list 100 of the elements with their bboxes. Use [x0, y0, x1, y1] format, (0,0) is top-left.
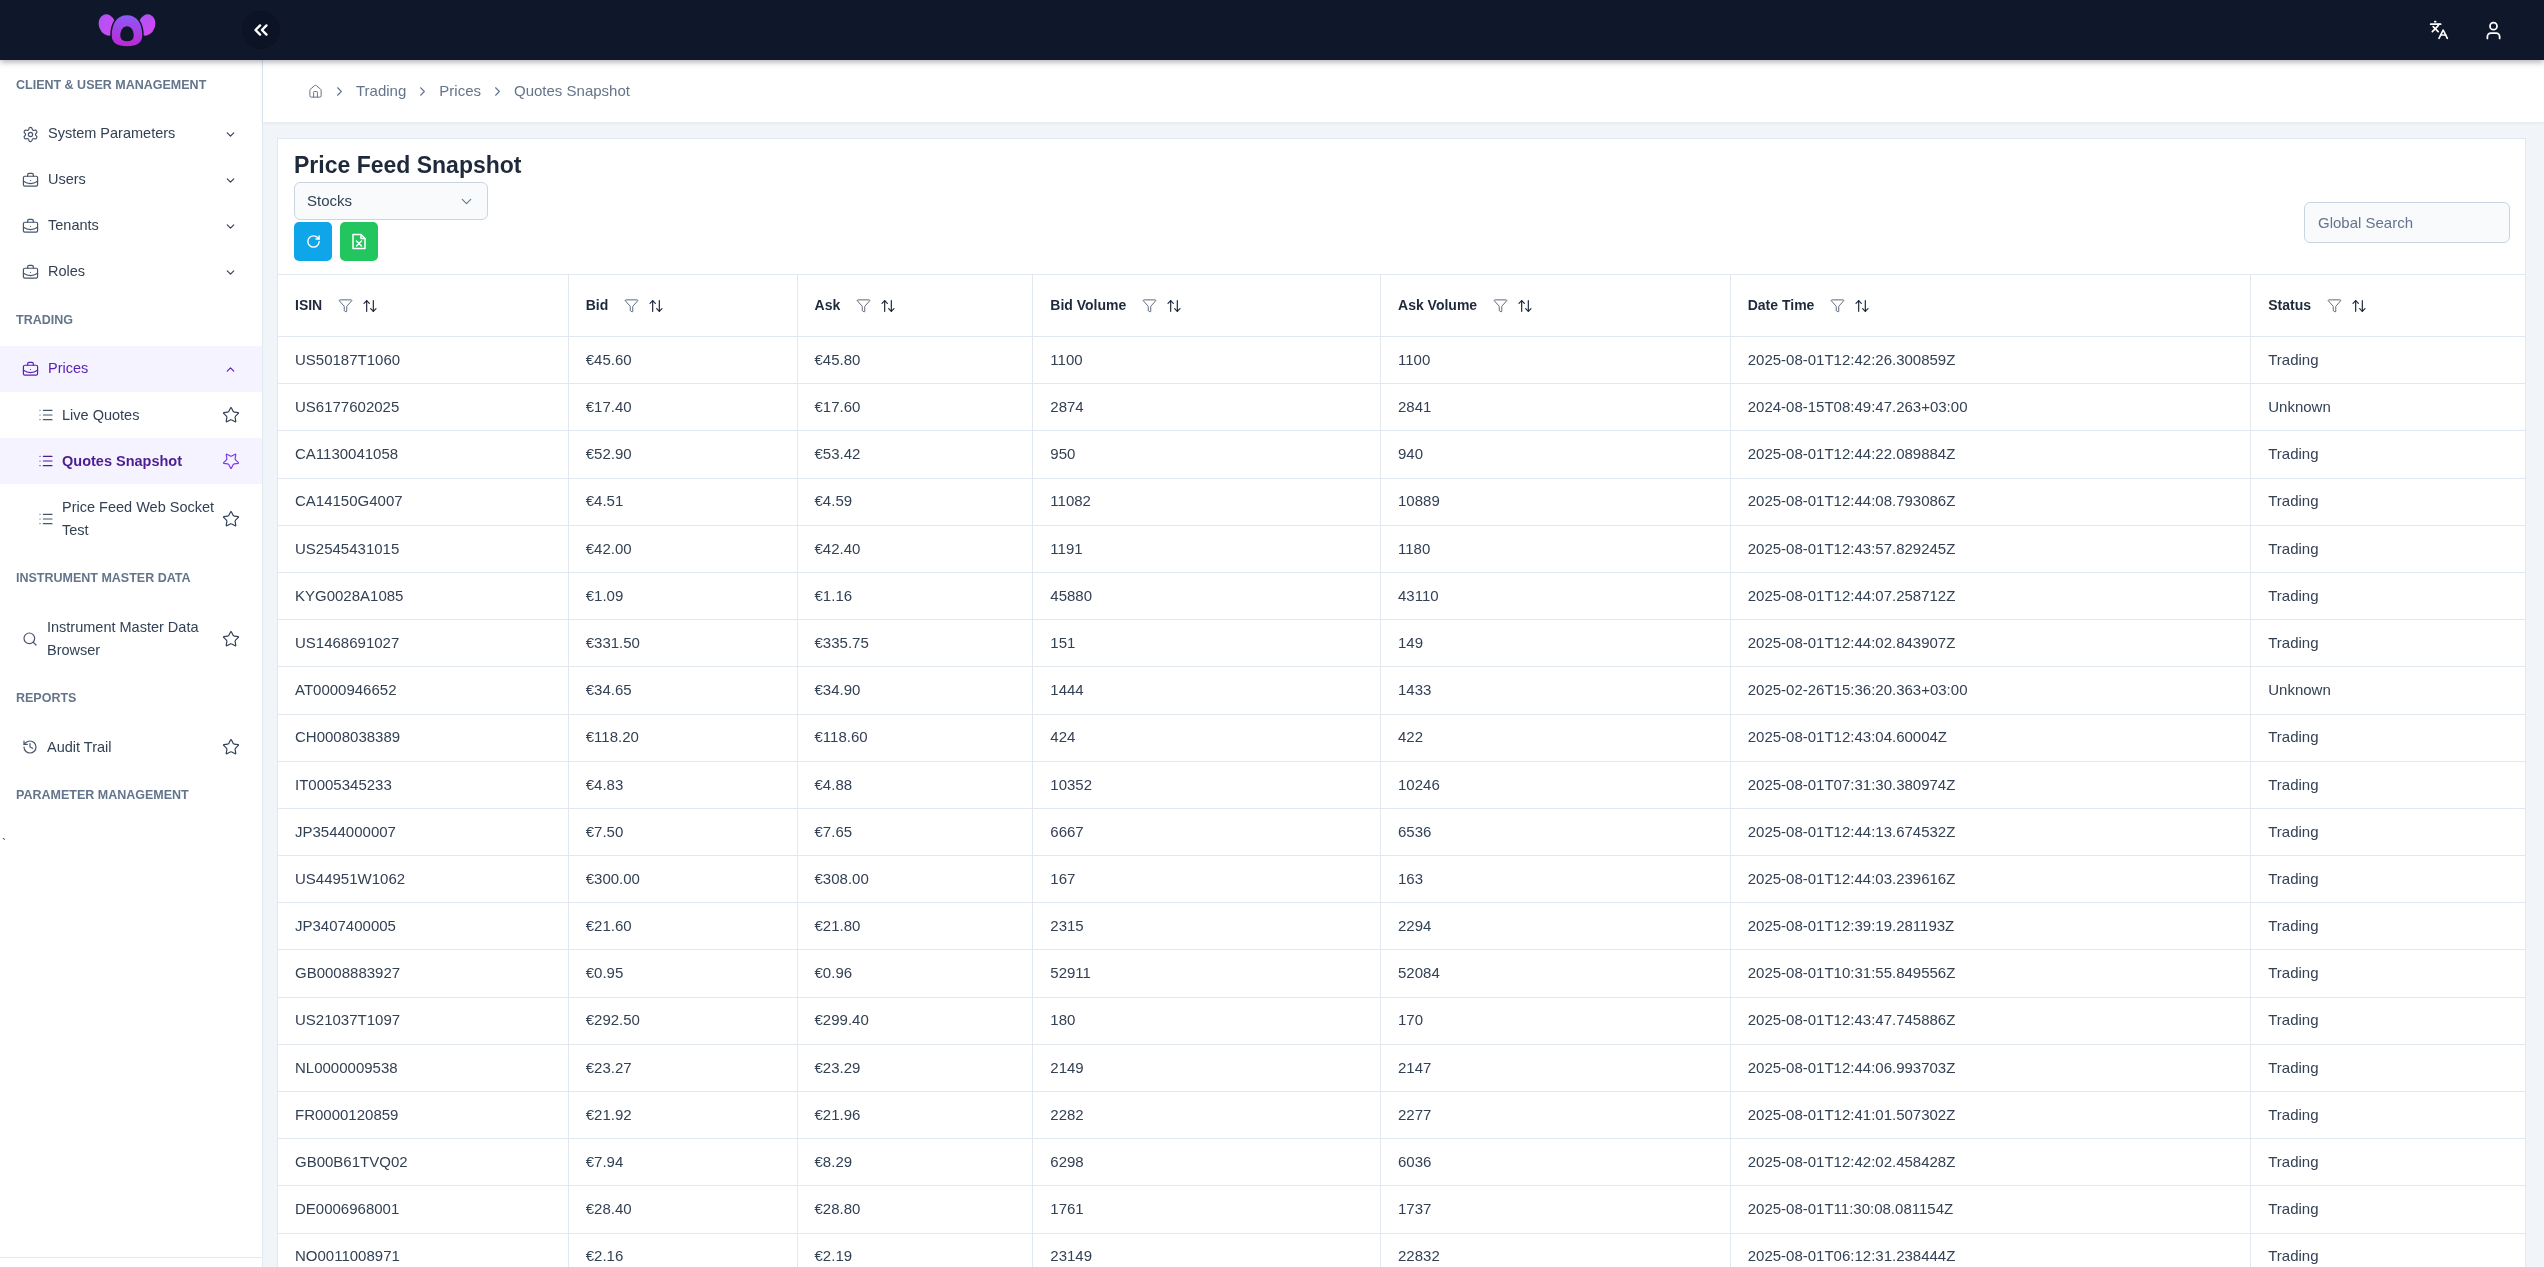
table-cell-text: Trading	[2268, 1246, 2319, 1267]
table-cell-text: US1468691027	[295, 632, 400, 653]
sort-icon[interactable]	[648, 297, 665, 314]
sidebar-item[interactable]: System Parameters	[0, 111, 262, 157]
filter-icon[interactable]	[1493, 298, 1509, 313]
table-cell-text: 1191	[1050, 538, 1083, 559]
table-cell-text: €118.20	[585, 727, 639, 748]
filter-icon[interactable]	[1830, 298, 1846, 313]
sidebar-item[interactable]: Audit Trail	[0, 724, 262, 770]
breadcrumb-link[interactable]: Quotes Snapshot	[514, 79, 630, 103]
table-cell-text: JP3544000007	[295, 821, 396, 842]
sidebar-item[interactable]: Roles	[0, 249, 262, 295]
table-cell-text: €118.60	[814, 727, 868, 748]
table-cell-text: €4.51	[585, 491, 624, 512]
table-cell-text: 43110	[1398, 585, 1439, 606]
star-icon[interactable]	[222, 509, 240, 528]
sort-icon[interactable]	[362, 297, 379, 314]
table-cell-text: US50187T1060	[295, 349, 401, 370]
table-cell-text: Trading	[2268, 916, 2319, 937]
table-cell-text: 2025-08-01T11:30:08.081154Z	[1747, 1199, 1954, 1220]
translate-icon[interactable]	[2429, 20, 2449, 40]
sidebar-item[interactable]: Prices	[0, 346, 262, 392]
table-cell-text: 163	[1398, 868, 1424, 889]
sidebar-item[interactable]: Price Feed Web Socket Test	[0, 484, 262, 553]
section-heading: CLIENT & USER MANAGEMENT	[15, 76, 208, 94]
table-cell-text: €0.95	[585, 963, 624, 984]
table-cell-text: 1100	[1398, 349, 1431, 370]
table-cell-text: €7.50	[585, 821, 624, 842]
table-cell-text: 23149	[1050, 1246, 1093, 1267]
table-cell-text: US6177602025	[295, 397, 400, 418]
table-cell-text: €299.40	[814, 1010, 869, 1031]
filter-icon[interactable]	[338, 298, 354, 313]
table-cell-text: 2874	[1050, 397, 1084, 418]
table-cell-text: 2025-08-01T12:44:03.239616Z	[1747, 868, 1956, 889]
star-icon[interactable]	[222, 406, 240, 424]
filter-icon[interactable]	[624, 298, 640, 313]
breadcrumb-link[interactable]: Prices	[439, 79, 481, 103]
sidebar-item[interactable]: Instrument Master Data Browser	[0, 604, 262, 673]
table-cell-text: 11082	[1050, 491, 1091, 512]
table-cell-text: Trading	[2268, 1152, 2319, 1173]
table-cell-text: Trading	[2268, 868, 2319, 889]
table-cell-text: Trading	[2268, 1010, 2319, 1031]
filter-icon[interactable]	[856, 298, 872, 313]
table-cell-text: Trading	[2268, 1104, 2319, 1125]
instrument-type-select[interactable]: Stocks	[294, 182, 488, 220]
section-heading: INSTRUMENT MASTER DATA	[15, 569, 192, 587]
table-cell-text: FR0000120859	[295, 1104, 399, 1125]
sidebar-item[interactable]: Quotes Snapshot	[0, 438, 262, 484]
table-cell-text: NL0000009538	[295, 1057, 398, 1078]
table-cell-text: 170	[1398, 1010, 1424, 1031]
table-cell-text: 940	[1398, 444, 1424, 465]
star-icon[interactable]	[222, 738, 240, 756]
table-cell-text: €34.90	[814, 680, 861, 701]
table-cell-text: 1180	[1398, 538, 1431, 559]
table-cell-text: GB00B61TVQ02	[295, 1152, 408, 1173]
column-header: Bid	[585, 296, 609, 315]
table-cell-text: €28.80	[814, 1199, 861, 1220]
logo-icon	[98, 12, 156, 48]
sort-icon[interactable]	[2351, 297, 2368, 314]
table-cell-text: €4.59	[814, 491, 853, 512]
table-cell-text: 10352	[1050, 774, 1093, 795]
sidebar-item[interactable]: Users	[0, 157, 262, 203]
table-cell-text: JP3407400005	[295, 916, 396, 937]
table-cell-text: €53.42	[814, 444, 861, 465]
table-cell-text: 2025-08-01T12:42:02.458428Z	[1747, 1152, 1956, 1173]
column-header: Date Time	[1747, 296, 1815, 315]
column-header: Status	[2268, 296, 2312, 315]
breadcrumb-link[interactable]: Trading	[356, 79, 407, 103]
table-cell-text: 22832	[1398, 1246, 1440, 1267]
table-cell-text: €21.92	[585, 1104, 632, 1125]
star-icon[interactable]	[222, 452, 240, 470]
table-cell-text: 424	[1050, 727, 1076, 748]
table-cell-text: 2147	[1398, 1057, 1432, 1078]
history-icon	[22, 739, 38, 755]
table-cell-text: €0.96	[814, 963, 853, 984]
table-cell-text: €4.88	[814, 774, 853, 795]
collapse-sidebar-button[interactable]	[242, 11, 280, 49]
global-search-field[interactable]: Global Search	[2304, 202, 2510, 243]
table-cell-text: DE0006968001	[295, 1199, 400, 1220]
table-cell-text: €21.80	[814, 916, 861, 937]
table-cell-text: Trading	[2268, 1199, 2319, 1220]
sidebar-item[interactable]: Tenants	[0, 203, 262, 249]
table-cell-text: 2025-08-01T12:44:02.843907Z	[1747, 632, 1956, 653]
table-cell-text: Trading	[2268, 444, 2319, 465]
column-header: Bid Volume	[1050, 296, 1127, 315]
sort-icon[interactable]	[1854, 297, 1871, 314]
table-cell-text: €1.16	[814, 585, 853, 606]
home-icon[interactable]	[308, 83, 323, 99]
table-cell-text: CA14150G4007	[295, 491, 403, 512]
table-cell-text: 2149	[1050, 1057, 1084, 1078]
sort-icon[interactable]	[1166, 297, 1183, 314]
table-cell-text: Trading	[2268, 585, 2319, 606]
sort-icon[interactable]	[880, 297, 897, 314]
section-heading: PARAMETER MANAGEMENT	[15, 786, 190, 804]
table-cell-text: 167	[1050, 868, 1076, 889]
filter-icon[interactable]	[2327, 298, 2343, 313]
filter-icon[interactable]	[1142, 298, 1158, 313]
sidebar-item[interactable]: Live Quotes	[0, 392, 262, 438]
star-icon[interactable]	[222, 629, 240, 648]
sort-icon[interactable]	[1517, 297, 1534, 314]
